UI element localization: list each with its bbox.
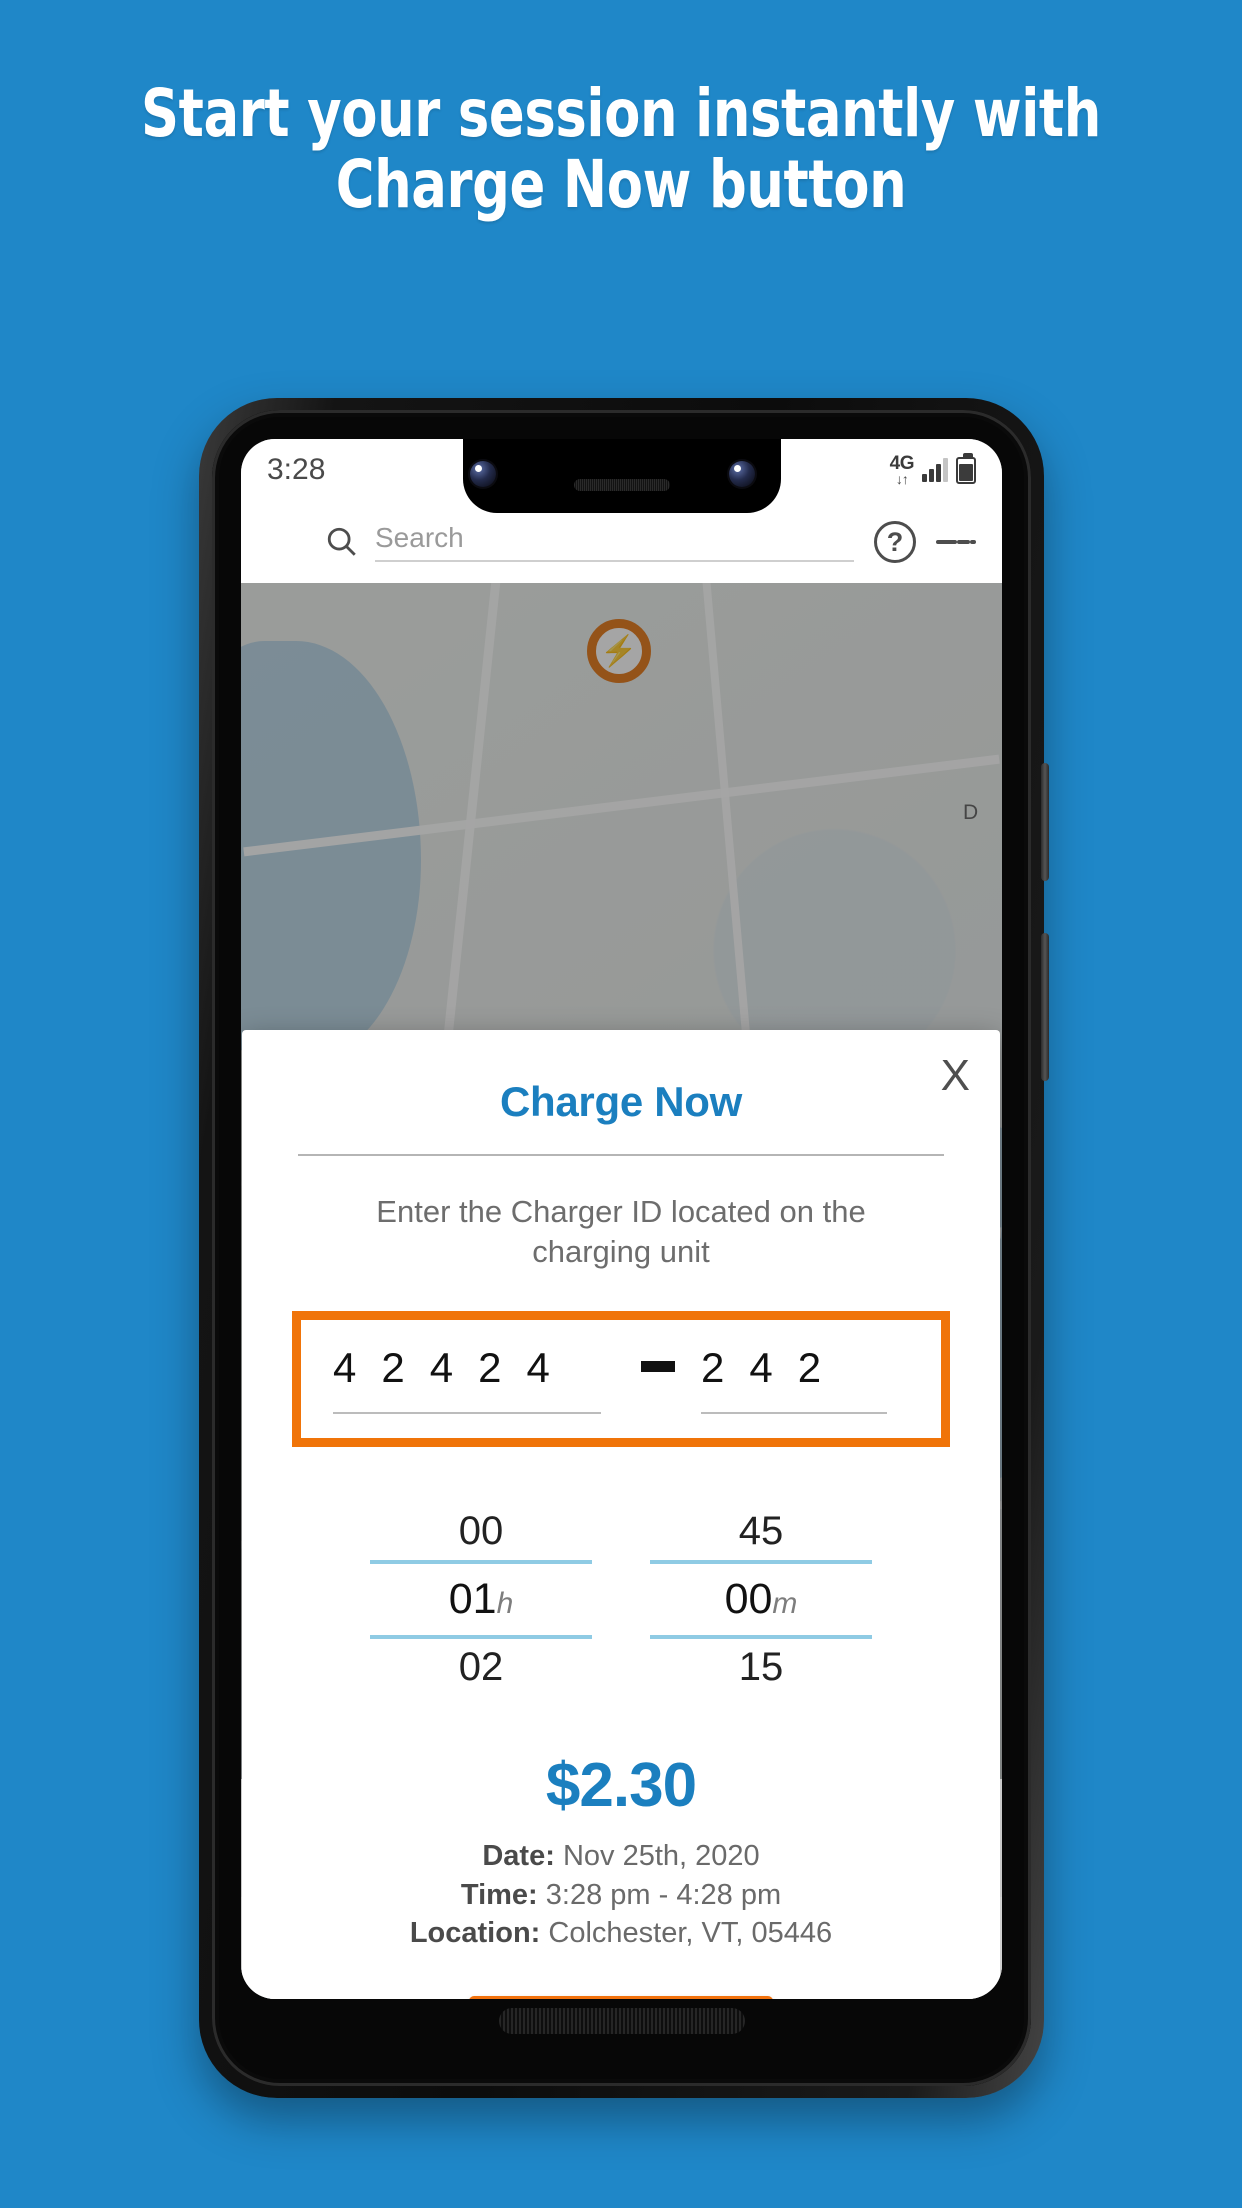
- battery-icon: [956, 452, 976, 484]
- minutes-unit-label: m: [772, 1587, 798, 1621]
- detail-label-time: Time:: [460, 1878, 538, 1911]
- detail-label-date: Date:: [482, 1840, 555, 1873]
- charger-id-suffix-group[interactable]: 2 4 2: [701, 1344, 887, 1415]
- phone-volume-button[interactable]: [1041, 933, 1049, 1081]
- front-camera-icon: [470, 461, 496, 487]
- detail-value-date: Nov 25th, 2020: [562, 1840, 760, 1873]
- app-top-bar: Search ?: [241, 501, 1002, 583]
- total-price: $2.30: [545, 1751, 697, 1821]
- hours-unit-label: h: [496, 1587, 514, 1621]
- minutes-next-value[interactable]: 15: [650, 1639, 872, 1696]
- status-time: 3:28: [267, 453, 326, 486]
- network-type-icon: 4G ↓↑: [890, 454, 915, 487]
- hours-spinner[interactable]: 00 01h 02: [370, 1503, 592, 1696]
- filter-icon[interactable]: [936, 534, 976, 550]
- duration-picker: 00 01h 02 45 00m 15: [242, 1503, 1000, 1696]
- charger-id-digit[interactable]: 2: [701, 1344, 724, 1392]
- phone-power-button[interactable]: [1041, 763, 1049, 881]
- hours-value: 01: [448, 1575, 497, 1624]
- charger-id-field[interactable]: 4 2 4 2 4 2 4 2: [292, 1311, 950, 1448]
- detail-value-time: 3:28 pm - 4:28 pm: [545, 1878, 782, 1911]
- charger-id-digit[interactable]: 4: [526, 1344, 549, 1392]
- minutes-previous-value[interactable]: 45: [650, 1503, 872, 1560]
- charger-id-digit[interactable]: 2: [478, 1344, 501, 1392]
- modal-instruction: Enter the Charger ID located on the char…: [376, 1194, 866, 1269]
- status-icons: 4G ↓↑: [890, 452, 976, 487]
- headline-line-2: Charge Now button: [335, 146, 907, 224]
- charge-now-modal: X Charge Now Enter the Charger ID locate…: [242, 1030, 1000, 1999]
- session-details: Date: Nov 25th, 2020 Time: 3:28 pm - 4:2…: [242, 1837, 1000, 1952]
- charger-id-separator: [641, 1360, 675, 1372]
- phone-bezel: 3:28 4G ↓↑ D ⚡ Search ? X Charge Now Ent…: [212, 410, 1031, 2086]
- detail-row-date: Date: Nov 25th, 2020: [242, 1837, 1000, 1875]
- charger-id-prefix-group[interactable]: 4 2 4 2 4: [333, 1344, 601, 1415]
- minutes-value: 00: [724, 1575, 773, 1624]
- bottom-speaker-grille: [498, 2008, 745, 2034]
- hours-next-value[interactable]: 02: [370, 1639, 592, 1696]
- search-bar[interactable]: Search: [325, 522, 854, 562]
- hamburger-menu-icon[interactable]: [267, 535, 305, 549]
- confirm-pay-area: CONFIRM & PAY: [242, 1996, 1000, 1999]
- charger-id-digit[interactable]: 2: [798, 1344, 821, 1392]
- front-camera-secondary-icon: [729, 461, 755, 487]
- phone-mockup: 3:28 4G ↓↑ D ⚡ Search ? X Charge Now Ent…: [199, 398, 1049, 2098]
- hours-selected-value[interactable]: 01h: [370, 1560, 592, 1640]
- close-icon[interactable]: X: [941, 1054, 970, 1098]
- promo-headline: Start your session instantly with Charge…: [124, 78, 1118, 221]
- signal-bars-icon: [922, 458, 948, 482]
- charger-id-digit[interactable]: 4: [749, 1344, 772, 1392]
- help-question-icon[interactable]: ?: [874, 521, 916, 563]
- minutes-spinner[interactable]: 45 00m 15: [650, 1503, 872, 1696]
- detail-label-location: Location:: [409, 1916, 541, 1949]
- detail-value-location: Colchester, VT, 05446: [548, 1916, 833, 1949]
- search-icon: [327, 527, 356, 556]
- charger-id-digit[interactable]: 2: [381, 1344, 404, 1392]
- detail-row-time: Time: 3:28 pm - 4:28 pm: [242, 1876, 1000, 1914]
- detail-row-location: Location: Colchester, VT, 05446: [242, 1914, 1000, 1952]
- phone-screen: 3:28 4G ↓↑ D ⚡ Search ? X Charge Now Ent…: [241, 439, 1002, 1999]
- charger-id-digit[interactable]: 4: [430, 1344, 453, 1392]
- minutes-selected-value[interactable]: 00m: [650, 1560, 872, 1640]
- data-arrows: ↓↑: [895, 471, 909, 487]
- search-input[interactable]: Search: [375, 522, 464, 553]
- earpiece-speaker: [573, 479, 670, 491]
- charger-id-digit[interactable]: 4: [333, 1344, 356, 1392]
- confirm-and-pay-button[interactable]: CONFIRM & PAY: [469, 1996, 773, 1999]
- headline-line-1: Start your session instantly with: [141, 75, 1101, 152]
- hours-previous-value[interactable]: 00: [370, 1503, 592, 1560]
- modal-title: Charge Now: [499, 1078, 743, 1125]
